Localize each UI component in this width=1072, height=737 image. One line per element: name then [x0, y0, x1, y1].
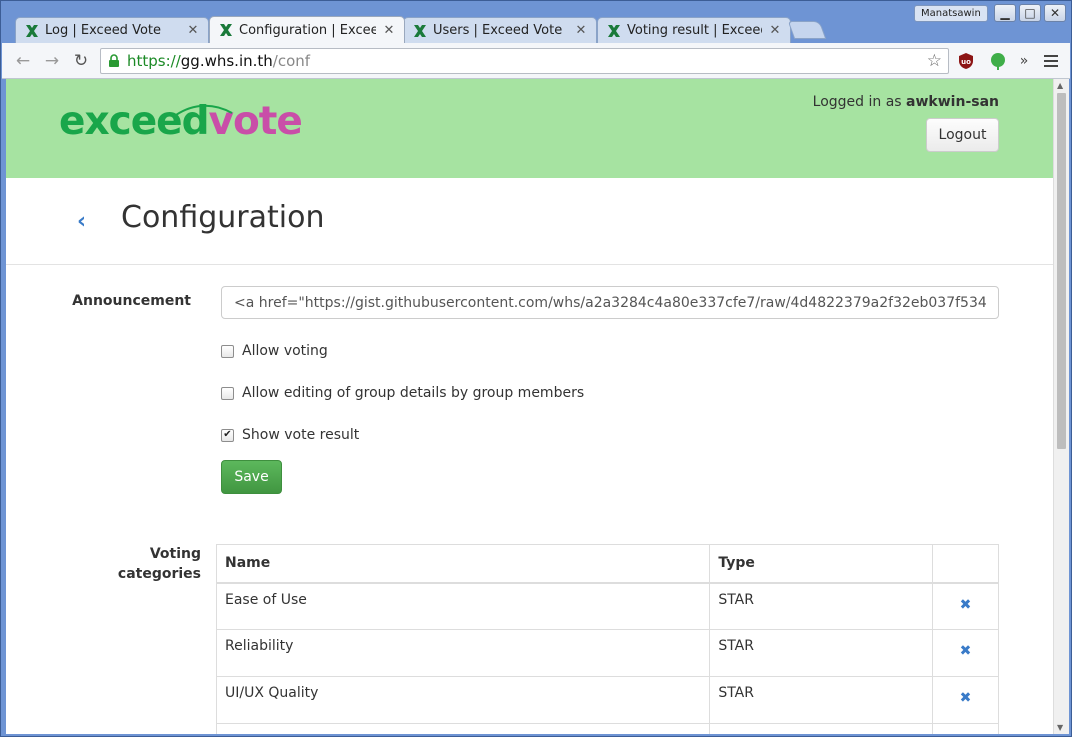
column-header-actions: [932, 544, 999, 584]
lock-icon: [109, 54, 119, 67]
new-tab-button[interactable]: [787, 21, 827, 39]
category-name: Ease of Use: [215, 582, 711, 630]
url-host: gg.whs.in.th: [180, 52, 273, 70]
page-scrollbar[interactable]: ▲ ▼: [1053, 79, 1069, 734]
voting-categories-table: Name Type Ease of Use STAR ✖ Reliability…: [215, 544, 999, 734]
bookmark-star-icon[interactable]: ☆: [927, 51, 942, 71]
back-chevron-icon[interactable]: ‹: [77, 209, 86, 234]
exceed-favicon-icon: [26, 24, 38, 37]
svg-text:uo: uo: [961, 58, 971, 66]
delete-icon[interactable]: ✖: [941, 643, 990, 659]
exceed-favicon-icon: [414, 24, 426, 37]
table-row: UI/UX Quality STAR ✖: [215, 676, 999, 724]
logo-swoosh-icon: [175, 104, 233, 116]
tab-strip: Log | Exceed Vote ✕ Configuration | Exce…: [1, 1, 1071, 43]
forward-arrow-icon[interactable]: →: [41, 50, 63, 72]
save-button[interactable]: Save: [221, 460, 282, 494]
scroll-down-icon[interactable]: ▼: [1057, 723, 1063, 732]
username: awkwin-san: [906, 94, 999, 110]
show-vote-result-checkbox[interactable]: ✔: [221, 428, 234, 442]
scroll-thumb[interactable]: [1057, 93, 1066, 449]
url-scheme: https://: [127, 52, 181, 70]
exceed-favicon-icon: [220, 24, 232, 36]
category-name: UI/UX Quality: [215, 676, 711, 724]
table-row: Reliability STAR ✖: [215, 629, 999, 677]
announcement-input[interactable]: <a href="https://gist.githubusercontent.…: [221, 286, 999, 319]
tab-close-icon[interactable]: ✕: [186, 23, 200, 38]
category-name: Reliability: [215, 629, 711, 677]
show-vote-result-option[interactable]: ✔ Show vote result: [221, 427, 359, 443]
tab-close-icon[interactable]: ✕: [382, 23, 396, 38]
column-header-type: Type: [709, 544, 934, 584]
reload-icon[interactable]: ↻: [70, 50, 92, 72]
category-type: STAR: [709, 676, 934, 724]
category-type: [709, 723, 934, 734]
logout-button[interactable]: Logout: [926, 118, 999, 152]
logged-in-prefix: Logged in as: [812, 94, 907, 110]
delete-cell: ✖: [932, 582, 999, 630]
announcement-label: Announcement: [72, 293, 191, 309]
allow-editing-option[interactable]: Allow editing of group details by group …: [221, 385, 584, 401]
logged-in-text: Logged in as awkwin-san: [813, 94, 999, 110]
category-type: STAR: [709, 629, 934, 677]
page-heading-bar: ‹ Configuration: [6, 178, 1053, 265]
table-row: Ease of Use STAR ✖: [215, 582, 999, 630]
voting-categories-label-line1: Voting: [149, 546, 201, 562]
tab-close-icon[interactable]: ✕: [768, 23, 782, 38]
category-type: STAR: [709, 582, 934, 630]
window-close-icon[interactable]: ✕: [1044, 4, 1066, 22]
maximize-icon[interactable]: □: [1019, 4, 1041, 22]
delete-icon[interactable]: ✖: [941, 690, 990, 706]
scroll-up-icon[interactable]: ▲: [1057, 81, 1063, 90]
table-header-row: Name Type: [215, 544, 999, 584]
voting-categories-label: Voting categories: [66, 544, 201, 584]
browser-toolbar: ← → ↻ https://gg.whs.in.th/conf ☆ uo »: [2, 43, 1070, 79]
tab-title: Log | Exceed Vote: [45, 23, 162, 38]
exceed-favicon-icon: [608, 24, 620, 37]
tab-log[interactable]: Log | Exceed Vote ✕: [15, 17, 209, 43]
menu-icon[interactable]: [1041, 51, 1061, 71]
tab-users[interactable]: Users | Exceed Vote ✕: [403, 17, 597, 43]
tab-configuration[interactable]: Configuration | Exceed Vote ✕: [209, 16, 405, 43]
category-name: [215, 723, 711, 734]
page-title: Configuration: [121, 200, 325, 235]
delete-cell: ✖: [932, 676, 999, 724]
delete-cell: [932, 723, 999, 734]
site-header: exceedvote Logged in as awkwin-san Logou…: [6, 79, 1053, 178]
profile-badge[interactable]: Manatsawin: [914, 5, 988, 22]
allow-editing-label: Allow editing of group details by group …: [242, 385, 585, 401]
minimize-icon[interactable]: ▁: [994, 4, 1016, 22]
delete-cell: ✖: [932, 629, 999, 677]
browser-window: Log | Exceed Vote ✕ Configuration | Exce…: [0, 0, 1072, 737]
column-header-name: Name: [215, 544, 711, 584]
allow-editing-checkbox[interactable]: [221, 386, 234, 400]
page-viewport: exceedvote Logged in as awkwin-san Logou…: [6, 79, 1053, 734]
table-row: [215, 723, 999, 734]
tab-title: Configuration | Exceed Vote: [239, 22, 376, 38]
allow-voting-option[interactable]: Allow voting: [221, 343, 328, 359]
allow-voting-checkbox[interactable]: [221, 344, 234, 358]
tab-voting-result[interactable]: Voting result | Exceed Vote ✕: [597, 17, 791, 43]
extensions-overflow-icon[interactable]: »: [1014, 51, 1034, 71]
address-bar[interactable]: https://gg.whs.in.th/conf ☆: [100, 48, 949, 74]
delete-icon[interactable]: ✖: [941, 597, 990, 613]
evernote-icon[interactable]: [988, 51, 1008, 71]
back-arrow-icon[interactable]: ←: [12, 50, 34, 72]
voting-categories-label-line2: categories: [117, 566, 201, 582]
tab-title: Users | Exceed Vote: [433, 23, 563, 38]
url-path: /conf: [272, 52, 311, 70]
ublock-icon[interactable]: uo: [956, 51, 976, 71]
allow-voting-label: Allow voting: [242, 343, 328, 359]
show-vote-result-label: Show vote result: [242, 427, 360, 443]
tab-title: Voting result | Exceed Vote: [627, 23, 762, 38]
tab-close-icon[interactable]: ✕: [574, 23, 588, 38]
